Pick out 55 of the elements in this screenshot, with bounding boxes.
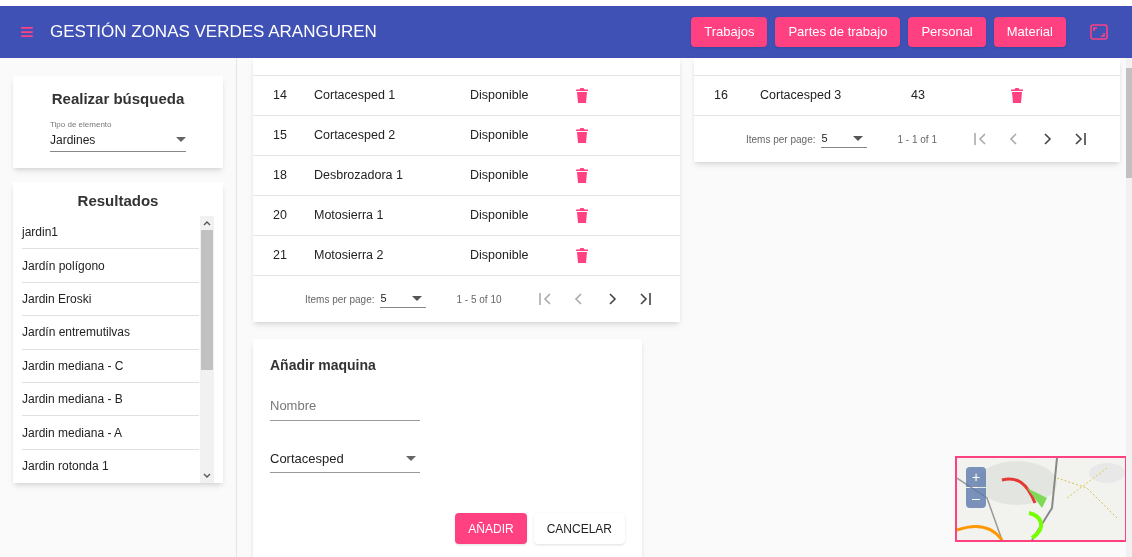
table-cell: 18 (273, 168, 287, 183)
table-cell: Cortacesped 2 (314, 128, 396, 143)
result-item[interactable]: Jardin mediana - B (22, 390, 123, 409)
table-cell: Cortacesped 1 (314, 88, 396, 103)
scroll-up-icon[interactable] (203, 220, 211, 226)
select-value: Jardines (50, 131, 96, 149)
element-type-select[interactable]: Tipo de elemento Jardines (50, 118, 186, 152)
field-label: Tipo de elemento (50, 118, 113, 131)
app-title: GESTIÓN ZONAS VERDES ARANGUREN (50, 21, 377, 44)
name-field[interactable]: Nombre (270, 396, 420, 421)
machine-type-select[interactable]: Cortacesped (270, 448, 420, 473)
table-cell: Disponible (470, 168, 529, 183)
scrollbar[interactable] (200, 216, 214, 484)
result-item[interactable]: Jardín entremutilvas (22, 323, 131, 342)
delete-icon[interactable] (576, 168, 588, 183)
page-range: 1 - 5 of 10 (456, 292, 502, 307)
paginator-label: Items per page: (305, 292, 375, 307)
result-item[interactable]: Jardin mediana - C (22, 356, 124, 375)
result-item[interactable]: Jardin rotonda 1 (22, 457, 109, 476)
table-cell: 21 (273, 248, 287, 263)
table-cell: Disponible (470, 248, 529, 263)
table-cell: 14 (273, 88, 287, 103)
card-title: Realizar búsqueda (50, 89, 186, 109)
table-cell: Disponible (470, 88, 529, 103)
table-cell: Cortacesped 3 (760, 88, 842, 103)
table-cell: Motosierra 2 (314, 248, 384, 263)
table-cell: Desbrozadora 1 (314, 168, 403, 183)
table-cell: 20 (273, 208, 287, 223)
delete-icon[interactable] (1011, 88, 1023, 103)
page-size-select[interactable]: 5 (380, 290, 427, 308)
table-cell: 15 (273, 128, 287, 143)
table-cell: 43 (911, 88, 925, 103)
scrollbar[interactable] (1126, 68, 1132, 178)
delete-icon[interactable] (576, 128, 588, 143)
table-cell: Disponible (470, 128, 529, 143)
result-item[interactable]: Jardín polígono (22, 256, 105, 275)
scroll-down-icon[interactable] (203, 473, 211, 480)
page-size-select[interactable]: 5 (821, 130, 868, 148)
result-item[interactable]: Jardin mediana - A (22, 423, 123, 442)
result-item[interactable]: jardin1 (22, 223, 59, 242)
delete-icon[interactable] (576, 208, 588, 223)
card-title: Resultados (76, 190, 160, 211)
delete-icon[interactable] (576, 88, 588, 103)
table-cell: 16 (714, 88, 728, 103)
first-page-icon[interactable] (537, 291, 554, 307)
result-item[interactable]: Jardin Eroski (22, 289, 92, 308)
cancel-button[interactable]: CANCELAR (533, 513, 625, 544)
fullscreen-icon[interactable] (1090, 24, 1108, 40)
form-title: Añadir maquina (270, 356, 377, 375)
delete-icon[interactable] (576, 248, 588, 263)
paginator-label: Items per page: (746, 132, 816, 147)
first-page-icon[interactable] (972, 131, 989, 147)
page-range: 1 - 1 of 1 (897, 132, 937, 147)
table-cell: Disponible (470, 208, 529, 223)
table-cell: Motosierra 1 (314, 208, 384, 223)
